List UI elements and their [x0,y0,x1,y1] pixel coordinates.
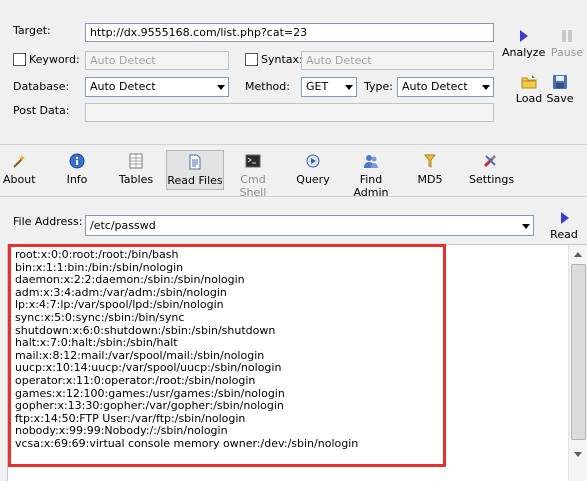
output-line: halt:x:7:0:halt:/sbin:/sbin/halt [15,337,178,350]
settings-label: Settings [469,173,515,186]
keyword-checkbox[interactable] [13,53,26,66]
type-label: Type: [364,80,393,93]
target-input[interactable]: http://dx.9555168.com/list.php?cat=23 [85,23,494,42]
output-line: vcsa:x:69:69:virtual console memory owne… [15,437,359,450]
analyze-button[interactable]: Analyze [502,28,546,59]
divider [0,196,587,197]
wand-icon [11,153,27,169]
scroll-up-icon[interactable] [574,252,582,257]
read-button[interactable]: Read [548,210,580,241]
method-label: Method: [245,80,290,93]
save-button[interactable]: Save [545,74,575,105]
output-line: gopher:x:13:30:gopher:/var/gopher:/sbin/… [15,400,284,413]
keyword-label: Keyword: [29,53,80,66]
about-button[interactable]: About [3,150,36,190]
query-label: Query [296,173,330,186]
target-label: Target: [13,24,51,37]
terminal-icon [245,153,261,169]
output-line: uucp:x:10:14:uucp:/var/spool/uucp:/sbin/… [15,362,282,375]
method-select-value: GET [306,80,329,93]
database-select[interactable]: Auto Detect [85,77,229,97]
md5-button[interactable]: MD5 [417,150,443,190]
read-files-button[interactable]: Read Files [166,150,224,190]
output-line: nobody:x:99:99:Nobody:/:/sbin/nologin [15,425,228,438]
tables-label: Tables [118,173,154,186]
users-icon [363,153,379,169]
chevron-down-icon [217,85,225,90]
keyword-input[interactable]: Auto Detect [85,51,229,70]
database-label: Database: [13,80,70,93]
syntax-checkbox[interactable] [245,53,258,66]
output-line: lp:x:4:7:lp:/var/spool/lpd:/sbin/nologin [15,299,224,312]
floppy-disk-icon [552,74,568,90]
output-line: mail:x:8:12:mail:/var/spool/mail:/sbin/n… [15,349,265,362]
output-line: bin:x:1:1:bin:/bin:/sbin/nologin [15,261,184,274]
type-select[interactable]: Auto Detect [397,77,494,97]
post-data-input[interactable] [85,103,494,122]
chevron-down-icon [482,85,490,90]
output-line: daemon:x:2:2:daemon:/sbin:/sbin/nologin [15,274,245,287]
file-content-lines: root:x:0:0:root:/root:/bin/bash bin:x:1:1… [15,249,563,451]
scroll-down-icon[interactable] [574,452,582,457]
table-icon [128,153,144,169]
syntax-input[interactable]: Auto Detect [301,51,494,70]
file-address-select[interactable]: /etc/passwd [85,215,534,236]
type-select-value: Auto Detect [402,80,468,93]
about-label: About [3,173,36,186]
output-line: root:x:0:0:root:/root:/bin/bash [15,249,179,261]
output-line: adm:x:3:4:adm:/var/adm:/sbin/nologin [15,286,227,299]
read-label: Read [550,228,578,241]
divider [0,144,587,145]
analyze-label: Analyze [502,46,546,59]
md5-label: MD5 [417,173,443,186]
find-admin-button[interactable]: Find Admin [343,150,399,199]
settings-button[interactable]: Settings [469,150,515,190]
cmd-shell-button[interactable]: Cmd Shell [228,150,278,199]
info-label: Info [66,173,88,186]
method-select[interactable]: GET [301,77,357,97]
tables-button[interactable]: Tables [117,150,155,190]
output-line: sync:x:5:0:sync:/sbin:/bin/sync [15,311,185,324]
info-button[interactable]: Info [63,150,91,190]
folder-icon [521,74,537,90]
syntax-label: Syntax: [261,53,303,66]
load-button[interactable]: Load [514,74,544,105]
read-files-label: Read Files [167,174,223,187]
info-icon [69,153,85,169]
file-address-label: File Address: [13,215,83,228]
chevron-down-icon [345,85,353,90]
load-label: Load [515,92,543,105]
tools-icon [482,153,498,169]
scrollbar-thumb[interactable] [571,264,586,440]
pause-icon [559,28,575,44]
output-line: operator:x:11:0:operator:/root:/sbin/nol… [15,374,256,387]
pause-label: Pause [550,46,584,59]
key-icon [422,153,438,169]
query-icon [305,153,321,169]
save-label: Save [546,92,574,105]
file-address-value: /etc/passwd [90,219,156,232]
pause-button[interactable]: Pause [549,28,585,59]
output-line: shutdown:x:6:0:shutdown:/sbin:/sbin/shut… [15,324,276,337]
query-button[interactable]: Query [295,150,331,190]
output-line: ftp:x:14:50:FTP User:/var/ftp:/sbin/nolo… [15,412,246,425]
database-select-value: Auto Detect [90,80,156,93]
vertical-scrollbar[interactable] [568,245,587,481]
output-line: games:x:12:100:games:/usr/games:/sbin/no… [15,387,285,400]
play-icon [556,210,572,226]
file-content-output[interactable]: root:x:0:0:root:/root:/bin/bash bin:x:1:1… [7,244,587,481]
post-data-label: Post Data: [13,104,70,117]
play-icon [515,28,531,44]
chevron-down-icon [522,224,530,229]
document-icon [187,154,203,170]
